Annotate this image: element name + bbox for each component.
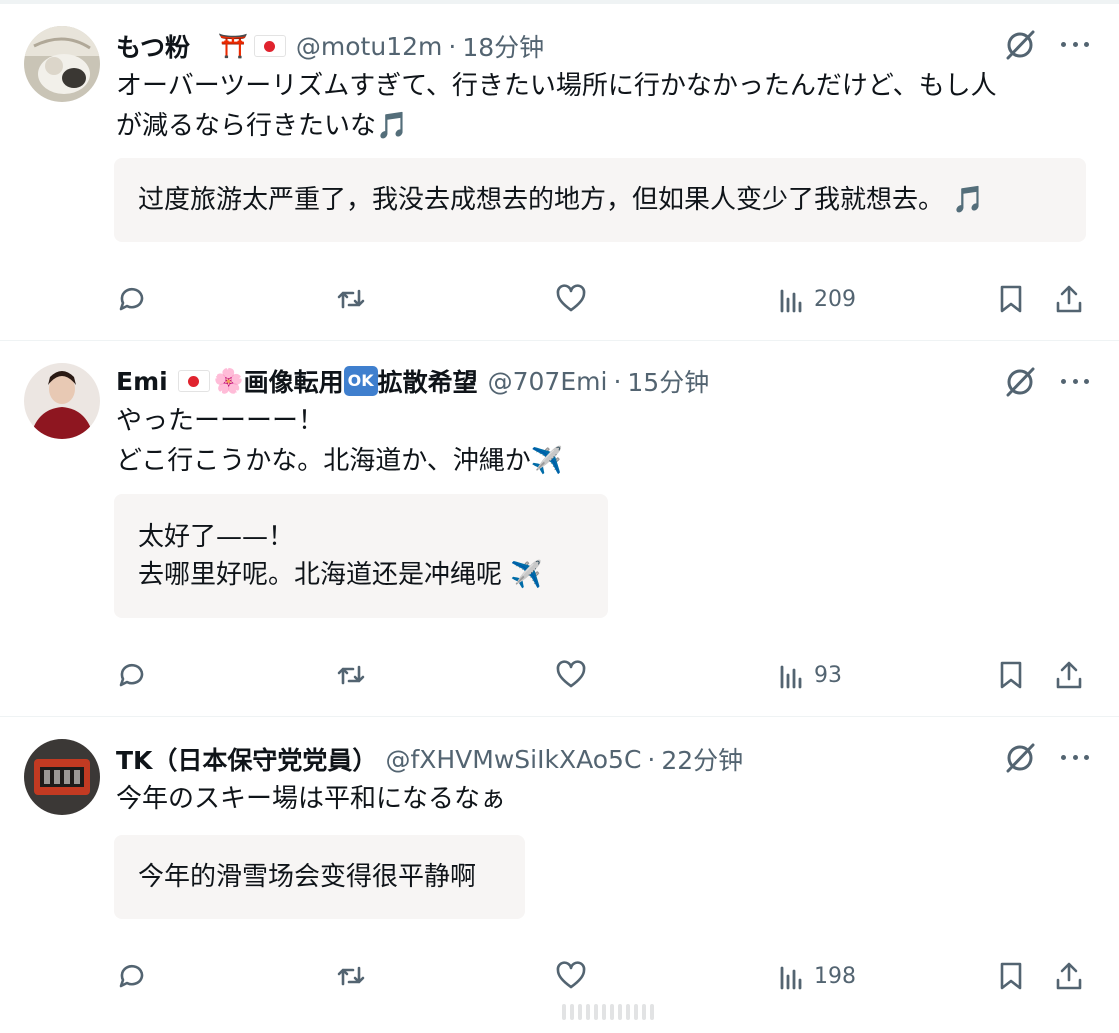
views-count: 198 (814, 963, 856, 989)
user-handle[interactable]: @707Emi (488, 367, 608, 396)
post-text: やったーーーー！ どこ行こうかな。北海道か、沖縄か✈️ (116, 406, 564, 476)
display-name-part[interactable]: 拡散希望 (378, 363, 478, 399)
separator: · (647, 744, 656, 774)
repost-button[interactable] (335, 657, 367, 693)
avatar[interactable] (24, 26, 100, 102)
display-name[interactable]: TK（日本保守党党員） (116, 741, 377, 777)
views-count: 93 (814, 662, 842, 688)
like-icon (556, 660, 586, 688)
torii-emoji: ⛩️ (218, 32, 248, 60)
bookmark-button[interactable] (995, 657, 1027, 693)
ok-badge: OK (343, 366, 378, 396)
post-actions: 209 (0, 281, 1119, 317)
japan-flag-icon (177, 370, 210, 392)
bookmark-icon (1000, 962, 1022, 990)
cherry-blossom-emoji: 🌸 (213, 367, 244, 395)
post-header: Emi 🌸 画像転用 OK 拡散希望 @707Emi · 15分钟 (116, 363, 709, 399)
post[interactable]: TK（日本保守党党員） @fXHVMwSiIkXAo5C · 22分钟 今年のス… (0, 717, 1119, 1033)
avatar[interactable] (24, 739, 100, 815)
share-icon (1056, 962, 1082, 990)
reply-button[interactable] (116, 657, 148, 693)
repost-icon (337, 665, 365, 685)
post[interactable]: Emi 🌸 画像転用 OK 拡散希望 @707Emi · 15分钟 やったーーー… (0, 341, 1119, 717)
translation-box: 太好了——！ 去哪里好呢。北海道还是冲绳呢 ✈️ (114, 494, 608, 618)
separator: · (613, 366, 622, 396)
reply-icon (119, 663, 144, 687)
like-button[interactable] (555, 958, 587, 994)
reply-button[interactable] (116, 958, 148, 994)
watermark-overlay (562, 1004, 654, 1020)
more-icon[interactable] (1061, 42, 1089, 50)
views-count: 209 (814, 286, 856, 312)
views-icon (780, 665, 802, 689)
user-handle[interactable]: @motu12m (296, 32, 442, 61)
post-time[interactable]: 15分钟 (627, 363, 709, 399)
post-text: 今年のスキー場は平和になるなぁ (116, 784, 507, 814)
avatar[interactable] (24, 363, 100, 439)
reply-icon (119, 964, 144, 988)
post[interactable]: もつ粉 ⛩️ @motu12m · 18分钟 オーバーツーリズムすぎて、行きたい… (0, 4, 1119, 341)
post-time[interactable]: 22分钟 (661, 741, 743, 777)
share-button[interactable] (1053, 657, 1085, 693)
like-button[interactable] (555, 657, 587, 693)
share-icon (1056, 661, 1082, 689)
display-name-part[interactable]: 画像転用 (244, 363, 344, 399)
more-icon[interactable] (1061, 755, 1089, 763)
share-button[interactable] (1053, 958, 1085, 994)
japan-flag-icon (253, 35, 286, 57)
post-text: オーバーツーリズムすぎて、行きたい場所に行かなかったんだけど、もし人 が減るなら… (116, 71, 997, 141)
share-icon (1056, 285, 1082, 313)
post-header: TK（日本保守党党員） @fXHVMwSiIkXAo5C · 22分钟 (116, 741, 743, 777)
like-icon (556, 961, 586, 989)
share-button[interactable] (1053, 281, 1085, 317)
reply-button[interactable] (116, 281, 148, 317)
display-name[interactable]: Emi (116, 367, 168, 396)
more-icon[interactable] (1061, 379, 1089, 387)
grok-icon[interactable] (1003, 741, 1037, 775)
post-header: もつ粉 ⛩️ @motu12m · 18分钟 (116, 28, 544, 64)
repost-icon (337, 966, 365, 986)
bookmark-button[interactable] (995, 281, 1027, 317)
grok-icon[interactable] (1003, 28, 1037, 62)
like-button[interactable] (555, 281, 587, 317)
user-handle[interactable]: @fXHVMwSiIkXAo5C (385, 745, 641, 774)
like-icon (556, 284, 586, 312)
grok-icon[interactable] (1003, 365, 1037, 399)
repost-button[interactable] (335, 958, 367, 994)
translation-box: 今年的滑雪场会变得很平静啊 (114, 835, 525, 919)
translation-box: 过度旅游太严重了，我没去成想去的地方，但如果人变少了我就想去。 🎵 (114, 158, 1086, 242)
bookmark-button[interactable] (995, 958, 1027, 994)
bookmark-icon (1000, 661, 1022, 689)
repost-icon (337, 289, 365, 309)
repost-button[interactable] (335, 281, 367, 317)
bookmark-icon (1000, 285, 1022, 313)
display-name[interactable]: もつ粉 (116, 28, 190, 64)
views-icon (780, 966, 802, 990)
views-icon (780, 289, 802, 313)
post-time[interactable]: 18分钟 (462, 28, 544, 64)
post-actions: 93 (0, 657, 1119, 693)
reply-icon (119, 287, 144, 311)
views-button[interactable]: 198 (776, 958, 856, 994)
views-button[interactable]: 209 (776, 281, 856, 317)
separator: · (448, 31, 457, 61)
post-actions: 198 (0, 958, 1119, 994)
views-button[interactable]: 93 (776, 657, 842, 693)
